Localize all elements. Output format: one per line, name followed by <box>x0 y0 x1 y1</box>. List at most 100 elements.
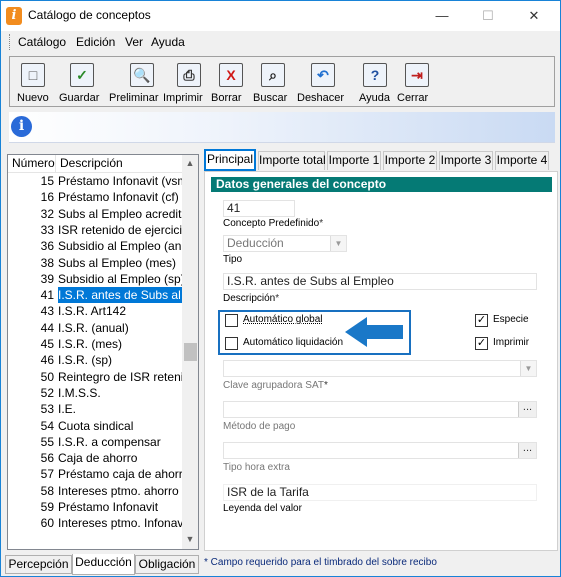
payment-method-label: Método de pago <box>223 421 296 432</box>
item-number: 54 <box>40 418 54 433</box>
menu-catalogo[interactable]: Catálogo <box>18 35 66 49</box>
list-item[interactable]: 54 Cuota sindical <box>8 418 182 434</box>
list-item[interactable]: 39 Subsidio al Empleo (sp) <box>8 271 182 287</box>
scroll-down-icon[interactable]: ▼ <box>182 531 198 547</box>
imprimir-checkbox[interactable]: ✓ <box>475 337 488 350</box>
guardar-button[interactable]: ✓ Guardar <box>56 57 108 107</box>
cerrar-button[interactable]: ⇥ Cerrar <box>394 57 439 107</box>
buscar-button[interactable]: ⌕ Buscar <box>250 57 295 107</box>
list-scrollbar[interactable]: ▲ ▼ <box>182 155 198 549</box>
list-item[interactable]: 50 Reintegro de ISR retenido <box>8 369 182 385</box>
info-icon: i <box>11 116 32 137</box>
legend-label: Leyenda del valor <box>223 503 302 514</box>
item-number: 38 <box>40 255 54 270</box>
especie-checkbox[interactable]: ✓ <box>475 314 488 327</box>
tab-principal[interactable]: Principal <box>204 149 256 171</box>
item-number: 41 <box>40 288 54 303</box>
type-select[interactable]: Deducción ▼ <box>223 235 347 252</box>
overtime-type-label: Tipo hora extra <box>223 462 290 473</box>
legend-field[interactable]: ISR de la Tarifa <box>223 484 537 501</box>
new-icon: □ <box>21 63 45 87</box>
tab-importe-total[interactable]: Importe total <box>258 151 326 170</box>
menu-grip <box>9 34 11 50</box>
list-item[interactable]: 45 I.S.R. (mes) <box>8 336 182 352</box>
borrar-button[interactable]: X Borrar <box>208 57 253 107</box>
list-item[interactable]: 46 I.S.R. (sp) <box>8 352 182 368</box>
list-item[interactable]: 15 Préstamo Infonavit (vsm) <box>8 173 182 189</box>
payment-method-field[interactable]: ... <box>223 401 537 418</box>
item-number: 43 <box>40 304 54 319</box>
menu-bar: Catálogo Edición Ver Ayuda <box>1 31 560 52</box>
list-item[interactable]: 44 I.S.R. (anual) <box>8 320 182 336</box>
chevron-down-icon[interactable]: ▼ <box>520 361 536 376</box>
tab-importe-3[interactable]: Importe 3 <box>439 151 493 170</box>
list-item[interactable]: 53 I.E. <box>8 401 182 417</box>
list-item[interactable]: 58 Intereses ptmo. ahorro <box>8 483 182 499</box>
concept-number-field[interactable]: 41 <box>223 200 295 217</box>
tab-obligacion[interactable]: Obligación <box>135 555 199 574</box>
toolbar-label: Buscar <box>253 92 288 104</box>
nuevo-button[interactable]: □ Nuevo <box>14 57 53 107</box>
list-item[interactable]: 59 Préstamo Infonavit <box>8 499 182 515</box>
close-window-button[interactable]: ✕ <box>511 1 557 31</box>
tab-importe-4[interactable]: Importe 4 <box>495 151 549 170</box>
main-window: i Catálogo de conceptos — ☐ ✕ Catálogo E… <box>0 0 561 577</box>
concept-list[interactable]: Número Descripción 15 Préstamo Infonavit … <box>7 154 199 550</box>
list-item[interactable]: 57 Préstamo caja de ahorro <box>8 466 182 482</box>
auto-liquidacion-checkbox[interactable] <box>225 337 238 350</box>
overtime-browse-button[interactable]: ... <box>518 443 536 458</box>
item-number: 55 <box>40 434 54 449</box>
scroll-thumb[interactable] <box>184 343 197 361</box>
predefined-label: Concepto Predefinido* <box>223 218 324 229</box>
list-item[interactable]: 52 I.M.S.S. <box>8 385 182 401</box>
close-door-icon: ⇥ <box>405 63 429 87</box>
payment-method-browse-button[interactable]: ... <box>518 402 536 417</box>
minimize-button[interactable]: — <box>419 1 465 31</box>
scroll-up-icon[interactable]: ▲ <box>182 155 198 171</box>
menu-ver[interactable]: Ver <box>125 35 143 49</box>
list-item[interactable]: 33 ISR retenido de ejercicio anterior <box>8 222 182 238</box>
list-item[interactable]: 55 I.S.R. a compensar <box>8 434 182 450</box>
chevron-down-icon[interactable]: ▼ <box>330 236 346 251</box>
overtime-type-field[interactable]: ... <box>223 442 537 459</box>
tab-percepcion[interactable]: Percepción <box>5 555 72 574</box>
column-header-description[interactable]: Descripción <box>56 155 182 173</box>
item-number: 59 <box>40 500 54 514</box>
ayuda-button[interactable]: ? Ayuda <box>356 57 395 107</box>
list-item[interactable]: 43 I.S.R. Art142 <box>8 303 182 319</box>
tab-importe-2[interactable]: Importe 2 <box>383 151 437 170</box>
tab-deduccion[interactable]: Deducción <box>72 554 135 575</box>
info-bar: i <box>9 112 555 143</box>
list-item[interactable]: 56 Caja de ahorro <box>8 450 182 466</box>
deshacer-button[interactable]: ↶ Deshacer <box>294 57 352 107</box>
binoculars-icon: ⌕ <box>261 63 285 87</box>
item-description: I.S.R. (anual) <box>58 320 129 335</box>
column-header-number[interactable]: Número <box>8 155 56 173</box>
menu-edicion[interactable]: Edición <box>76 35 115 49</box>
maximize-button[interactable]: ☐ <box>465 1 511 31</box>
list-item[interactable]: 41 I.S.R. antes de Subs al Empleo <box>8 287 182 304</box>
menu-ayuda[interactable]: Ayuda <box>151 35 185 49</box>
sat-select[interactable]: ▼ <box>223 360 537 377</box>
item-description: Préstamo Infonavit (cf) <box>58 190 179 205</box>
list-item[interactable]: 32 Subs al Empleo acreditado <box>8 206 182 222</box>
tab-importe-1[interactable]: Importe 1 <box>327 151 381 170</box>
toolbar-label: Preliminar <box>109 92 159 104</box>
item-number: 45 <box>40 337 54 351</box>
title-bar: i Catálogo de conceptos — ☐ ✕ <box>1 1 560 31</box>
list-item[interactable]: 16 Préstamo Infonavit (cf) <box>8 189 182 205</box>
auto-global-checkbox[interactable] <box>225 314 238 327</box>
item-description: ISR retenido de ejercicio anterior <box>58 222 182 237</box>
list-item[interactable]: 38 Subs al Empleo (mes) <box>8 255 182 271</box>
type-value: Deducción <box>227 236 284 250</box>
list-item[interactable]: 36 Subsidio al Empleo (anual) <box>8 238 182 254</box>
item-description: Intereses ptmo. Infonavit <box>58 516 182 531</box>
item-description: Caja de ahorro <box>58 451 138 466</box>
toolbar-label: Borrar <box>211 92 242 104</box>
item-number: 33 <box>40 222 54 237</box>
arrow-left-icon <box>345 317 403 347</box>
description-field[interactable]: I.S.R. antes de Subs al Empleo <box>223 273 537 290</box>
item-number: 16 <box>40 190 54 205</box>
undo-icon: ↶ <box>311 63 335 87</box>
list-item[interactable]: 60 Intereses ptmo. Infonavit <box>8 515 182 531</box>
